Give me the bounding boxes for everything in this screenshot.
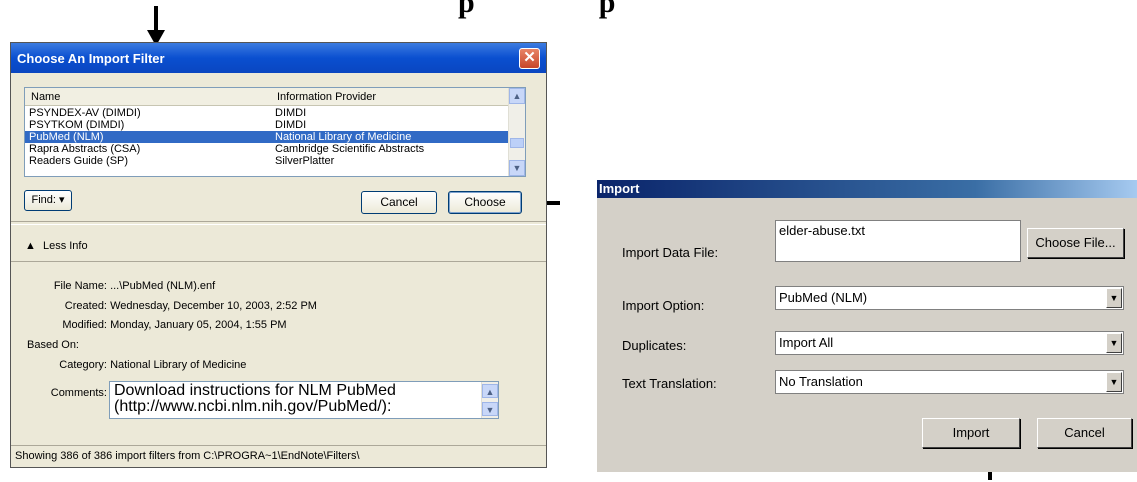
- scroll-down-icon[interactable]: ▼: [482, 402, 498, 416]
- choose-file-button[interactable]: Choose File...: [1027, 228, 1124, 258]
- filter-row[interactable]: Rapra Abstracts (CSA) Cambridge Scientif…: [25, 143, 511, 155]
- scroll-up-icon[interactable]: ▲: [509, 88, 525, 104]
- import-option-select[interactable]: PubMed (NLM) ▼: [775, 286, 1124, 310]
- chevron-down-icon[interactable]: ▼: [1106, 372, 1122, 392]
- import-dialog: Import Import Data File: elder-abuse.txt…: [597, 180, 1137, 472]
- import-filter-dialog: Choose An Import Filter ✕ Name Informati…: [10, 42, 547, 468]
- chevron-down-icon[interactable]: ▼: [1106, 333, 1122, 353]
- chevron-down-icon[interactable]: ▼: [1106, 288, 1122, 308]
- filter-list[interactable]: Name Information Provider PSYNDEX-AV (DI…: [24, 87, 526, 177]
- filter-info-panel: File Name: ...\PubMed (NLM).enf Created:…: [11, 261, 546, 444]
- column-header-provider[interactable]: Information Provider: [277, 91, 376, 103]
- filter-row[interactable]: PSYNDEX-AV (DIMDI) DIMDI: [25, 107, 511, 119]
- filter-row[interactable]: Readers Guide (SP) SilverPlatter: [25, 155, 511, 167]
- filter-dialog-titlebar[interactable]: Choose An Import Filter ✕: [11, 43, 546, 73]
- file-name-row: File Name: ...\PubMed (NLM).enf: [53, 280, 216, 292]
- status-bar: Showing 386 of 386 import filters from C…: [11, 445, 546, 467]
- cancel-button[interactable]: Cancel: [361, 191, 437, 214]
- based-on-row: Based On:: [27, 339, 79, 351]
- close-icon[interactable]: ✕: [519, 48, 540, 69]
- filter-row-selected[interactable]: PubMed (NLM) National Library of Medicin…: [25, 131, 511, 143]
- import-dialog-titlebar[interactable]: Import: [597, 180, 1137, 198]
- created-row: Created: Wednesday, December 10, 2003, 2…: [64, 300, 317, 312]
- duplicates-select[interactable]: Import All ▼: [775, 331, 1124, 355]
- find-button[interactable]: Find: ▾: [24, 190, 72, 211]
- import-data-file-field[interactable]: elder-abuse.txt: [775, 220, 1021, 262]
- less-info-toggle[interactable]: ▲ Less Info: [25, 240, 88, 252]
- divider: [11, 221, 546, 225]
- import-data-file-label: Import Data File:: [622, 245, 719, 260]
- comments-label: Comments:: [50, 387, 107, 399]
- filter-dialog-title: Choose An Import Filter: [17, 51, 165, 66]
- category-row: Category: National Library of Medicine: [59, 359, 247, 371]
- import-option-label: Import Option:: [622, 298, 705, 313]
- cancel-button[interactable]: Cancel: [1037, 418, 1132, 448]
- column-header-name[interactable]: Name: [31, 91, 60, 103]
- filter-list-scrollbar[interactable]: ▲ ▼: [508, 88, 525, 176]
- duplicates-label: Duplicates:: [622, 338, 687, 353]
- filter-row[interactable]: PSYTKOM (DIMDI) DIMDI: [25, 119, 511, 131]
- scroll-thumb[interactable]: [510, 138, 524, 148]
- arrow-to-title: [147, 6, 165, 46]
- import-button[interactable]: Import: [922, 418, 1020, 448]
- modified-row: Modified: Monday, January 05, 2004, 1:55…: [62, 319, 287, 331]
- comments-scrollbar[interactable]: ▲ ▼: [481, 382, 498, 418]
- filter-list-header: Name Information Provider: [25, 88, 511, 106]
- text-translation-select[interactable]: No Translation ▼: [775, 370, 1124, 394]
- choose-button[interactable]: Choose: [448, 191, 522, 214]
- comments-box[interactable]: Download instructions for NLM PubMed (ht…: [109, 381, 499, 419]
- import-dialog-title: Import: [599, 181, 640, 196]
- text-translation-label: Text Translation:: [622, 376, 717, 391]
- collapse-up-icon: ▲: [25, 240, 36, 252]
- scroll-down-icon[interactable]: ▼: [509, 160, 525, 176]
- scroll-up-icon[interactable]: ▲: [482, 384, 498, 398]
